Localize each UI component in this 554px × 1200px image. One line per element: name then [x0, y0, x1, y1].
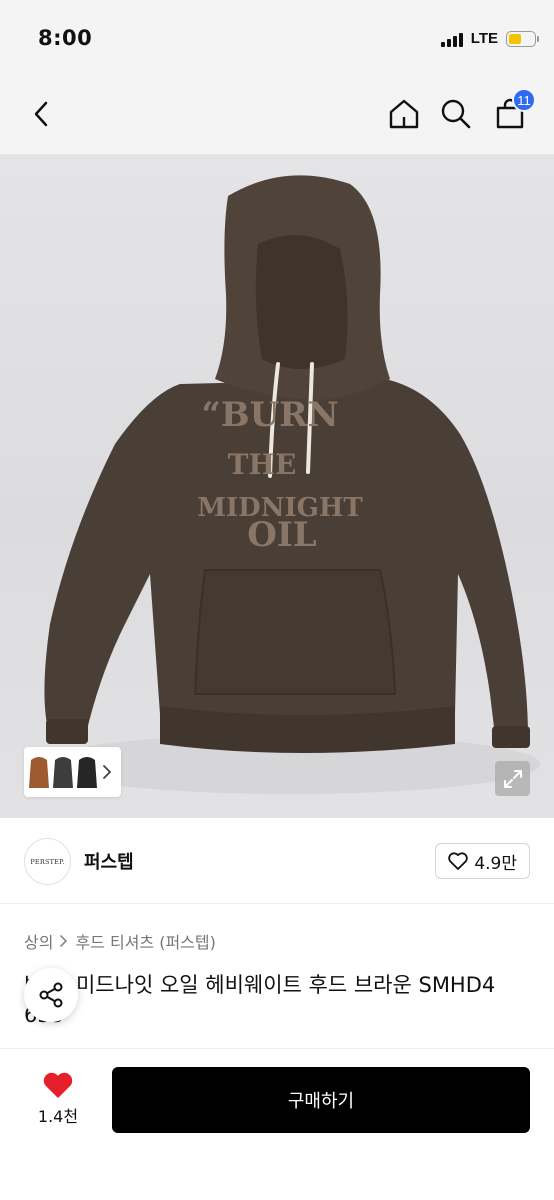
breadcrumb-category[interactable]: 상의 [24, 929, 53, 953]
expand-icon [503, 769, 522, 788]
status-time: 8:00 [38, 26, 93, 50]
brand-name[interactable]: 퍼스텝 [84, 848, 134, 874]
chevron-left-icon [34, 101, 48, 127]
home-button[interactable] [384, 94, 424, 134]
battery-icon [506, 30, 539, 47]
brand-logo[interactable]: PERSTEP. [24, 838, 71, 885]
print-line-4: OIL [247, 515, 317, 555]
cart-button[interactable]: 11 [490, 88, 536, 134]
heart-filled-icon [43, 1072, 73, 1098]
breadcrumb: 상의 후드 티셔츠 (퍼스텝) [24, 929, 216, 953]
brand-like-count: 4.9만 [474, 853, 517, 874]
share-icon [39, 982, 63, 1008]
product-title: 번 더 미드나잇 오일 헤비웨이트 후드 브라운 SMHD4 635 [24, 973, 496, 1027]
cart-count-badge: 11 [512, 88, 536, 112]
search-button[interactable] [436, 94, 476, 134]
heart-outline-icon [448, 852, 469, 870]
expand-image-button[interactable] [495, 761, 530, 796]
thumbnail-charcoal[interactable] [52, 752, 74, 792]
chevron-right-icon [60, 935, 68, 947]
back-button[interactable] [22, 94, 62, 134]
nav-bar: 11 [0, 78, 554, 154]
signal-icon [440, 31, 463, 47]
chevron-right-icon [103, 765, 112, 779]
wishlist-button[interactable]: 1.4천 [22, 1071, 94, 1127]
thumbnail-brown[interactable] [28, 752, 50, 792]
thumbnail-black[interactable] [76, 752, 98, 792]
color-thumbnails[interactable] [24, 747, 121, 797]
share-button[interactable] [24, 968, 78, 1022]
search-icon [441, 99, 471, 129]
breadcrumb-subcategory[interactable]: 후드 티셔츠 (퍼스텝) [75, 929, 215, 953]
brand-like-button[interactable]: 4.9만 [435, 843, 530, 879]
buy-button[interactable]: 구매하기 [112, 1067, 530, 1133]
print-line-2: THE [228, 448, 297, 481]
network-label: LTE [470, 30, 498, 47]
print-line-1: “BURN [201, 395, 338, 435]
hoodie-illustration: “BURN THE MIDNIGHT OIL [40, 175, 540, 794]
status-bar: 8:00 LTE [0, 0, 554, 78]
wishlist-count: 1.4천 [37, 1107, 79, 1126]
brand-row: PERSTEP. 퍼스텝 4.9만 [0, 818, 554, 904]
home-icon [389, 99, 419, 129]
product-image[interactable]: “BURN THE MIDNIGHT OIL [0, 154, 554, 818]
bottom-action-bar: 1.4천 구매하기 [0, 1048, 554, 1200]
status-indicators: LTE [440, 30, 539, 47]
